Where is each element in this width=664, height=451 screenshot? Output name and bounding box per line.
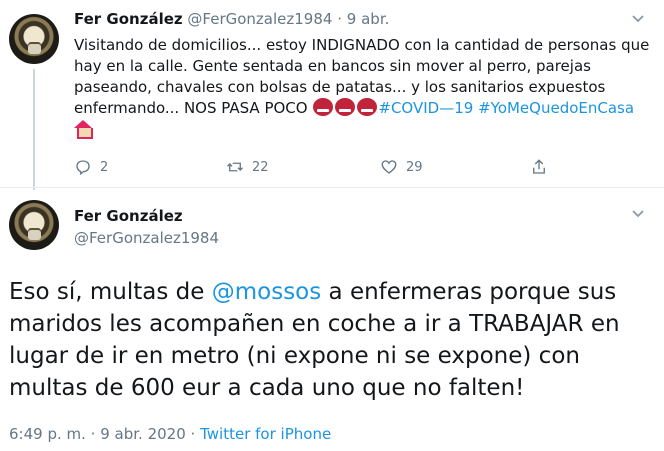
- tweet-date[interactable]: 9 abr.: [347, 10, 390, 28]
- author-handle[interactable]: @FerGonzalez1984: [74, 229, 219, 247]
- retweet-icon: [227, 162, 243, 172]
- tweet-text: Eso sí, multas de @mossos a enfermeras p…: [9, 276, 655, 404]
- tweet-full-date[interactable]: 9 abr. 2020: [100, 425, 186, 443]
- heart-icon: [381, 160, 397, 174]
- reply-count: 2: [100, 159, 109, 175]
- author-name[interactable]: Fer González: [74, 10, 183, 28]
- house-icon: [74, 120, 93, 139]
- retweet-count: 22: [252, 159, 269, 175]
- tweet-header: Fer González @FerGonzalez1984 · 9 abr.: [74, 10, 389, 28]
- tweet-source[interactable]: Twitter for iPhone: [200, 425, 331, 443]
- face-with-symbols-on-mouth-icon: [335, 98, 356, 116]
- face-with-symbols-on-mouth-icon: [357, 98, 378, 116]
- tweet-context[interactable]: Fer González @FerGonzalez1984 · 9 abr. V…: [0, 0, 664, 190]
- author-handle[interactable]: @FerGonzalez1984: [187, 10, 332, 28]
- separator-dot: ·: [190, 425, 196, 443]
- chevron-down-icon[interactable]: [630, 205, 646, 221]
- tweet-text: Visitando de domicilios... estoy INDIGNA…: [74, 35, 659, 140]
- mention-link[interactable]: @mossos: [212, 279, 322, 305]
- share-action[interactable]: [530, 155, 548, 179]
- like-count: 29: [406, 159, 423, 175]
- author-name[interactable]: Fer González: [74, 207, 183, 225]
- tweet-text-start: Eso sí, multas de: [9, 279, 212, 305]
- hashtag-link[interactable]: #YoMeQuedoEnCasa: [478, 99, 634, 117]
- reply-action[interactable]: 2: [74, 155, 108, 179]
- chevron-down-icon[interactable]: [630, 10, 646, 26]
- reply-icon: [76, 160, 90, 176]
- tweet-time[interactable]: 6:49 p. m.: [9, 425, 86, 443]
- hashtag-link[interactable]: #COVID—19: [378, 99, 473, 117]
- author-avatar[interactable]: [9, 14, 59, 64]
- tweet-footer: 6:49 p. m. · 9 abr. 2020 · Twitter for i…: [9, 425, 331, 443]
- face-with-symbols-on-mouth-icon: [313, 98, 334, 116]
- separator-dot: ·: [90, 425, 96, 443]
- thread-connector-line: [33, 69, 35, 190]
- author-avatar[interactable]: [9, 200, 59, 250]
- share-icon: [533, 159, 545, 174]
- separator-dot: ·: [337, 10, 343, 28]
- retweet-action[interactable]: 22: [226, 155, 269, 179]
- tweet-divider: [0, 187, 664, 188]
- like-action[interactable]: 29: [380, 155, 423, 179]
